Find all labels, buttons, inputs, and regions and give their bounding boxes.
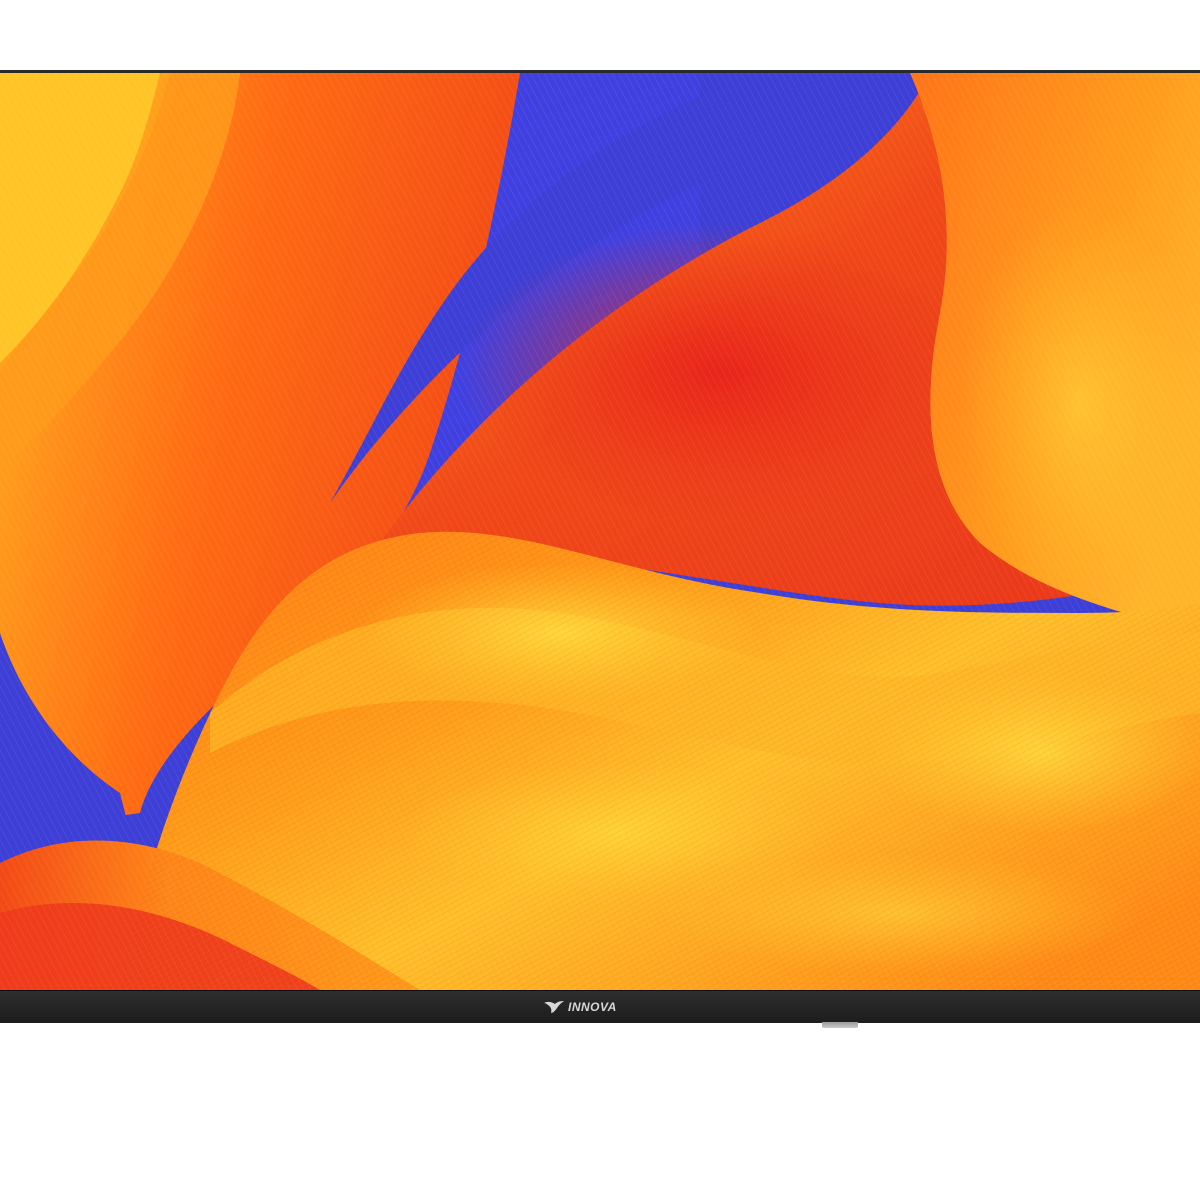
wallpaper-art [0,73,1200,990]
tv-screen [0,73,1200,990]
bottom-bezel: INNOVA [0,990,1200,1023]
brand-logo: INNOVA [543,995,617,1019]
ir-sensor-tab [822,1022,858,1028]
bird-swoosh-icon [544,1001,564,1013]
product-image: INNOVA [0,0,1200,1200]
television: INNOVA [0,70,1200,1028]
brand-logo-text: INNOVA [568,1000,617,1014]
